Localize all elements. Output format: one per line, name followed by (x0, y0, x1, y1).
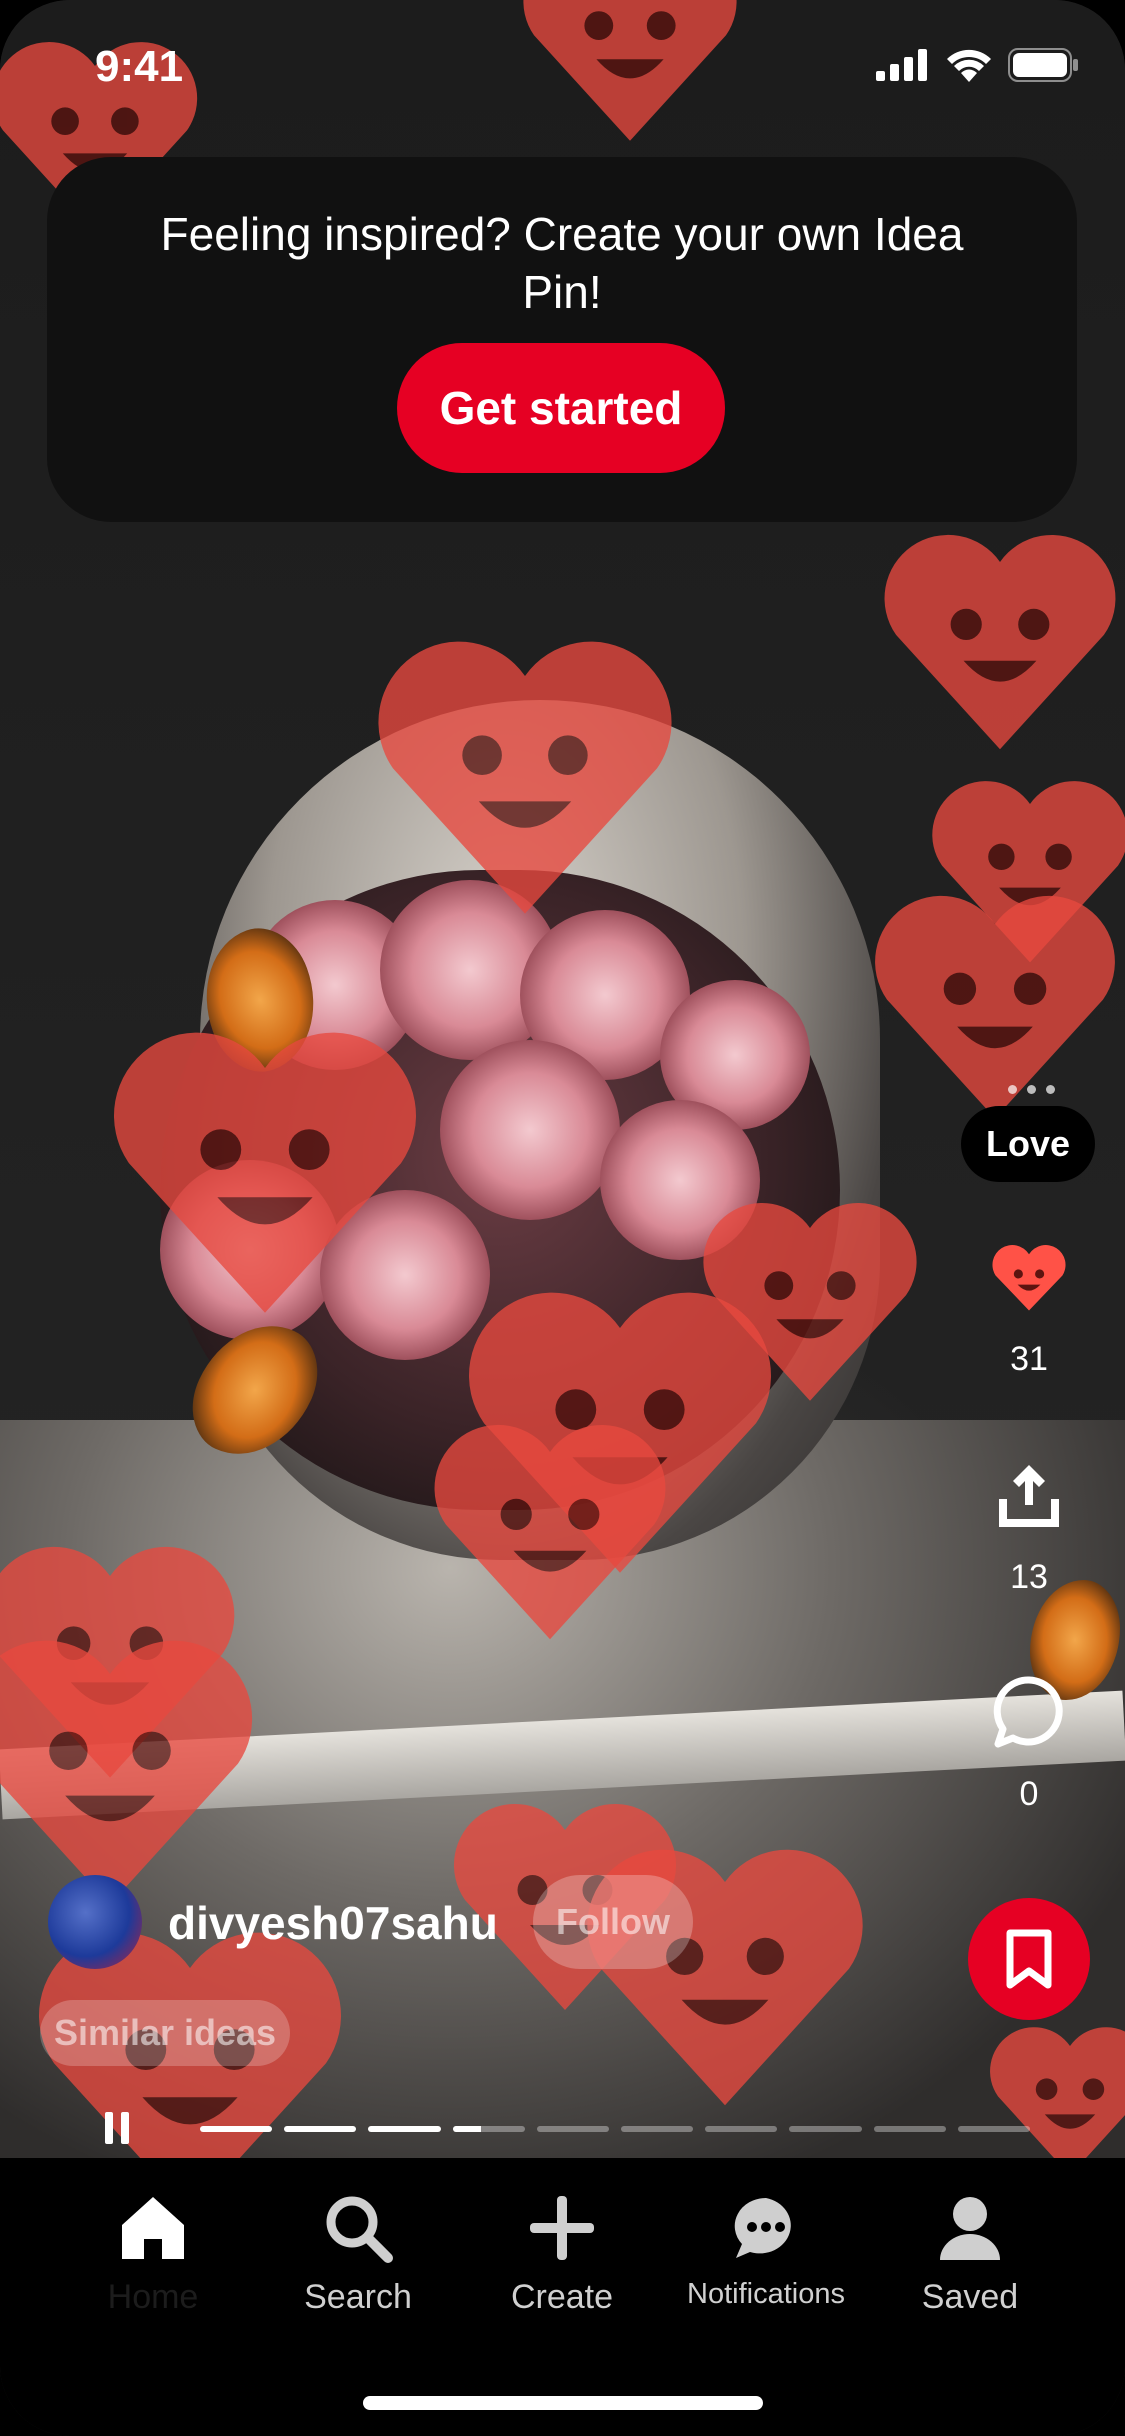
story-progress-bar (200, 2126, 1031, 2132)
share-icon (999, 1465, 1059, 1527)
progress-segment (789, 2126, 862, 2132)
more-options-icon[interactable] (1001, 1085, 1061, 1107)
progress-segment (284, 2126, 357, 2132)
wifi-icon (946, 48, 992, 87)
bookmark-icon (1006, 1929, 1052, 1989)
get-started-button[interactable]: Get started (397, 343, 725, 473)
similar-ideas-button[interactable]: Similar ideas (40, 2000, 290, 2066)
plus-icon (522, 2188, 602, 2268)
heart-reaction-icon (0, 1610, 270, 1930)
heart-reaction-icon (420, 1400, 680, 1660)
heart-reaction-icon (570, 1820, 880, 2130)
chat-bubble-icon (726, 2188, 806, 2268)
tab-label: Notifications (687, 2278, 845, 2310)
home-icon (113, 2188, 193, 2268)
tab-label: Search (304, 2278, 412, 2316)
share-count: 13 (1010, 1558, 1048, 1596)
tab-home[interactable]: Home (53, 2188, 253, 2338)
status-time: 9:41 (95, 42, 184, 91)
tab-search[interactable]: Search (258, 2188, 458, 2338)
progress-segment (705, 2126, 778, 2132)
status-bar: 9:41 (0, 0, 1125, 140)
reaction-type-label: Love (961, 1106, 1095, 1182)
heart-reaction-icon (95, 1000, 435, 1340)
pause-icon[interactable] (105, 2112, 131, 2144)
smiling-heart-icon (992, 1245, 1066, 1311)
reaction-count: 31 (1010, 1340, 1048, 1378)
progress-segment (536, 2126, 610, 2132)
tab-saved[interactable]: Saved (870, 2188, 1070, 2338)
status-icons (876, 48, 1080, 87)
progress-segment (873, 2126, 946, 2132)
progress-segment (957, 2126, 1031, 2132)
tab-notifications[interactable]: Notifications (666, 2188, 866, 2338)
comment-button[interactable] (989, 1672, 1069, 1752)
progress-segment (621, 2126, 694, 2132)
flower (440, 1040, 620, 1220)
love-reaction-button[interactable] (989, 1237, 1069, 1317)
save-button[interactable] (968, 1898, 1090, 2020)
follow-button[interactable]: Follow (533, 1875, 693, 1969)
creator-username[interactable]: divyesh07sahu (168, 1896, 498, 1950)
cellular-signal-icon (876, 49, 930, 86)
tab-label: Create (510, 2278, 614, 2316)
battery-icon (1008, 48, 1080, 87)
heart-reaction-icon (860, 870, 1125, 1140)
bottom-tab-bar: Home Search Create Notifications Saved (0, 2158, 1125, 2436)
search-icon (318, 2188, 398, 2268)
heart-reaction-icon (360, 610, 690, 940)
comment-bubble-icon (993, 1676, 1063, 1748)
profile-icon (930, 2188, 1010, 2268)
comment-count: 0 (1019, 1775, 1039, 1813)
creator-avatar[interactable] (48, 1875, 142, 1969)
tab-create[interactable]: Create (462, 2188, 662, 2338)
tab-label: Home (107, 2278, 199, 2316)
share-button[interactable] (989, 1455, 1069, 1535)
heart-reaction-icon (870, 510, 1125, 770)
home-indicator[interactable] (363, 2396, 763, 2410)
tab-label: Saved (921, 2278, 1019, 2316)
progress-segment (200, 2126, 273, 2132)
banner-message: Feeling inspired? Create your own Idea P… (160, 208, 964, 318)
idea-pin-screen: 9:41 Feeling inspired? Create your own I… (0, 0, 1125, 2436)
progress-segment (452, 2126, 525, 2132)
progress-segment (368, 2126, 441, 2132)
